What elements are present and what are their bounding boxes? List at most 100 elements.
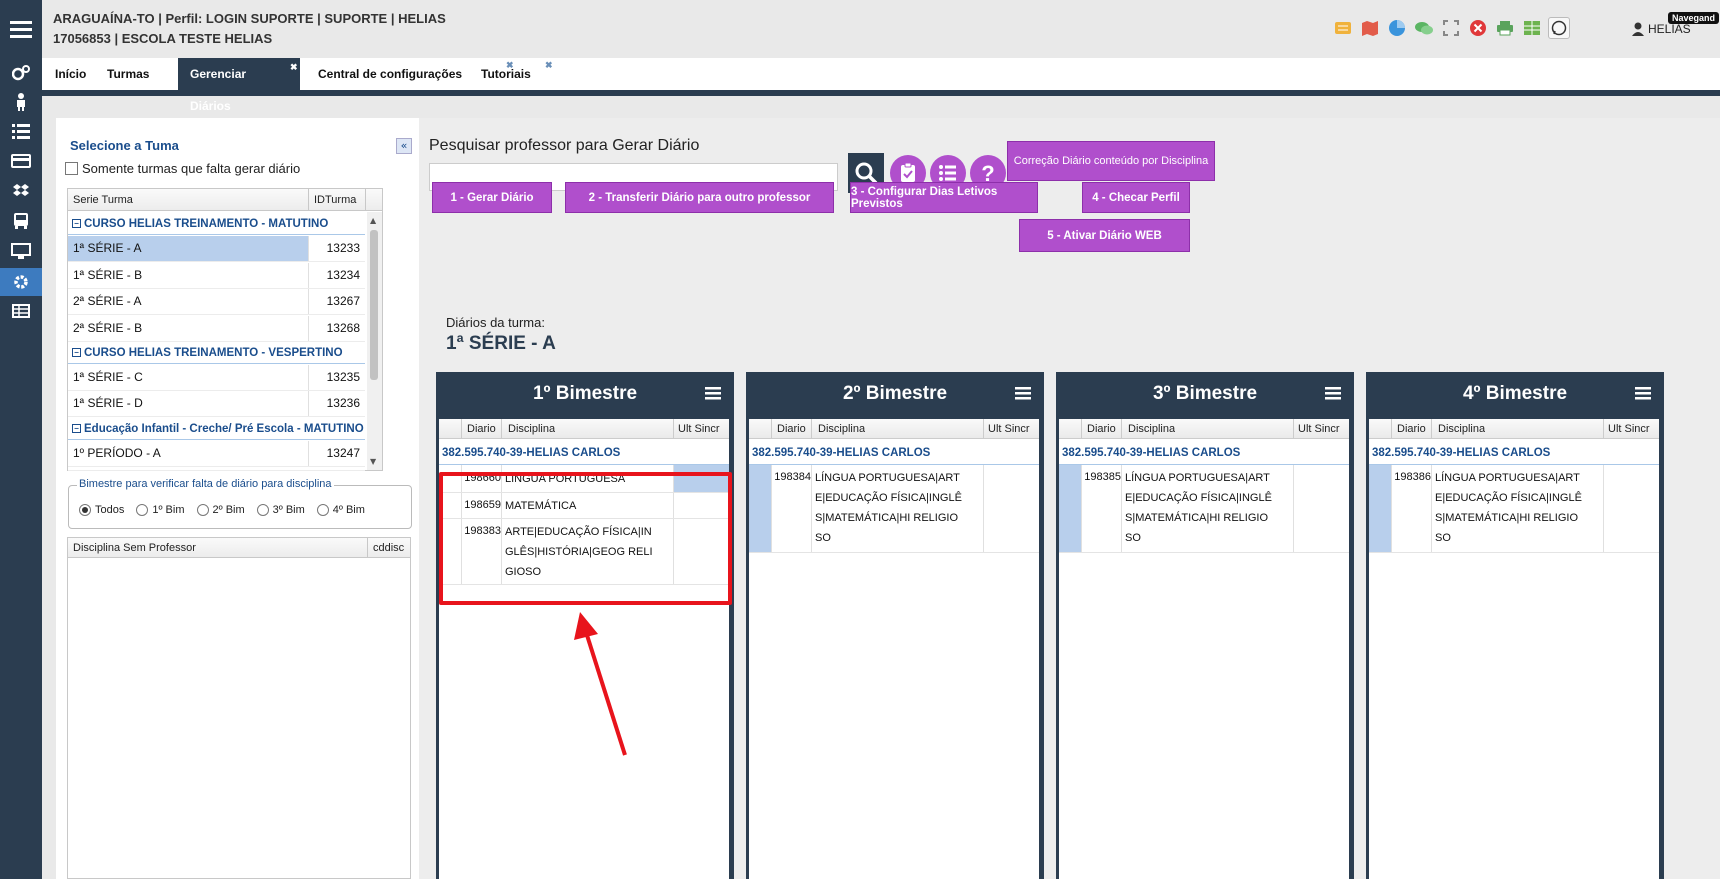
user-menu[interactable]: HELIAS bbox=[1632, 22, 1691, 36]
table-icon[interactable] bbox=[1521, 17, 1543, 39]
diario-row[interactable]: 198386 LÍNGUA PORTUGUESA|ARTE|EDUCAÇÃO F… bbox=[1369, 465, 1659, 553]
collapse-panel-button[interactable]: « bbox=[396, 138, 412, 154]
group-header[interactable]: − CURSO HELIAS TREINAMENTO - MATUTINO bbox=[68, 213, 365, 235]
col-diario[interactable]: Diario bbox=[467, 423, 496, 435]
col-disciplina-sem-professor[interactable]: Disciplina Sem Professor bbox=[73, 542, 196, 554]
bimestre-title: 3º Bimestre bbox=[1152, 383, 1258, 404]
scroll-thumb[interactable] bbox=[370, 230, 378, 380]
radio-1-bim[interactable]: 1º Bim bbox=[136, 504, 185, 516]
panel-title: Selecione a Tuma bbox=[70, 138, 179, 153]
col-idturma[interactable]: IDTurma bbox=[314, 194, 356, 206]
group-header[interactable]: − CURSO HELIAS TREINAMENTO - VESPERTINO bbox=[68, 342, 365, 364]
bimestre-grid: Diario Disciplina Ult Sincr 382.595.740-… bbox=[1059, 419, 1349, 879]
tab-gerenciar-diarios[interactable]: Gerenciar Diários ✖ bbox=[178, 58, 300, 113]
monitor-icon[interactable] bbox=[0, 238, 42, 264]
tab-inicio[interactable]: Início bbox=[43, 58, 98, 90]
user-name: HELIAS bbox=[1648, 22, 1691, 36]
col-ult-sincr[interactable]: Ult Sincr bbox=[1608, 423, 1658, 435]
col-disciplina[interactable]: Disciplina bbox=[508, 423, 555, 435]
checar-perfil-button[interactable]: 4 - Checar Perfil bbox=[1082, 182, 1190, 213]
tab-tutoriais[interactable]: Tutoriais ✖ bbox=[469, 58, 553, 90]
user-icon bbox=[1632, 22, 1644, 36]
icon-sidebar bbox=[0, 0, 42, 879]
bimestre-grid-header: Diario Disciplina Ult Sincr bbox=[1059, 419, 1349, 439]
col-serie-turma[interactable]: Serie Turma bbox=[73, 194, 133, 206]
list-icon[interactable] bbox=[0, 118, 42, 144]
col-diario[interactable]: Diario bbox=[1087, 423, 1116, 435]
ativar-diario-web-button[interactable]: 5 - Ativar Diário WEB bbox=[1019, 219, 1190, 252]
tab-label: Turmas bbox=[107, 67, 150, 81]
configurar-dias-letivos-button[interactable]: 3 - Configurar Dias Letivos Previstos bbox=[850, 182, 1038, 213]
header-toolbar bbox=[1332, 17, 1570, 39]
gears-icon[interactable] bbox=[0, 60, 42, 86]
professor-group[interactable]: 382.595.740-39-HELIAS CARLOS bbox=[752, 447, 930, 459]
app-header: ARAGUAÍNA-TO | Perfil: LOGIN SUPORTE | S… bbox=[42, 0, 1720, 58]
turma-grid: Serie Turma IDTurma − CURSO HELIAS TREINA… bbox=[67, 188, 383, 471]
only-missing-filter[interactable]: Somente turmas que falta gerar diário bbox=[65, 161, 300, 176]
col-disciplina[interactable]: Disciplina bbox=[818, 423, 865, 435]
col-ult-sincr[interactable]: Ult Sincr bbox=[678, 423, 728, 435]
radio-4-bim[interactable]: 4º Bim bbox=[316, 504, 365, 516]
col-disciplina[interactable]: Disciplina bbox=[1128, 423, 1175, 435]
table-row[interactable]: 1ª SÉRIE - B 13234 bbox=[68, 263, 365, 289]
hamburger-menu-icon[interactable] bbox=[1325, 386, 1341, 400]
col-diario[interactable]: Diario bbox=[1397, 423, 1426, 435]
close-icon[interactable]: ✖ bbox=[545, 49, 553, 81]
row-selector[interactable] bbox=[1059, 465, 1081, 552]
scroll-down-icon[interactable]: ▼ bbox=[370, 457, 376, 466]
bimestre-radio-group: Todos 1º Bim 2º Bim 3º Bim 4º Bim bbox=[79, 504, 377, 516]
hamburger-menu-icon[interactable] bbox=[705, 386, 721, 400]
table-row[interactable]: 1ª SÉRIE - A 13233 bbox=[68, 236, 365, 262]
close-circle-icon[interactable] bbox=[1467, 17, 1489, 39]
group-header[interactable]: − Educação Infantil - Creche/ Pré Escola … bbox=[68, 418, 365, 440]
card-icon[interactable] bbox=[0, 148, 42, 174]
hamburger-menu-icon[interactable] bbox=[0, 12, 42, 46]
bus-icon[interactable] bbox=[0, 208, 42, 234]
table-row[interactable]: 2ª SÉRIE - B 13268 bbox=[68, 316, 365, 342]
diario-row[interactable]: 198385 LÍNGUA PORTUGUESA|ARTE|EDUCAÇÃO F… bbox=[1059, 465, 1349, 553]
hamburger-menu-icon[interactable] bbox=[1635, 386, 1651, 400]
col-diario[interactable]: Diario bbox=[777, 423, 806, 435]
col-cddisc[interactable]: cddisc bbox=[373, 542, 404, 554]
table-row[interactable]: 1ª SÉRIE - D 13236 bbox=[68, 391, 365, 417]
dropbox-icon[interactable] bbox=[0, 178, 42, 204]
person-icon[interactable] bbox=[0, 89, 42, 115]
correcao-diario-button[interactable]: Correção Diário conteúdo por Disciplina bbox=[1007, 141, 1215, 181]
professor-group[interactable]: 382.595.740-39-HELIAS CARLOS bbox=[1372, 447, 1550, 459]
row-selector[interactable] bbox=[1369, 465, 1391, 552]
table-row[interactable]: 2ª SÉRIE - A 13267 bbox=[68, 289, 365, 315]
chat-icon[interactable] bbox=[1413, 17, 1435, 39]
turma-label: Diários da turma: bbox=[446, 315, 545, 330]
table-icon[interactable] bbox=[0, 298, 42, 324]
col-ult-sincr[interactable]: Ult Sincr bbox=[988, 423, 1038, 435]
tab-turmas[interactable]: Turmas✖ bbox=[95, 58, 203, 90]
tab-bar: Início Turmas✖ Gerenciar Diários✖ Centra… bbox=[42, 58, 1720, 113]
only-missing-checkbox[interactable] bbox=[65, 162, 78, 175]
transferir-diario-button[interactable]: 2 - Transferir Diário para outro profess… bbox=[565, 182, 834, 213]
diario-row[interactable]: 198384 LÍNGUA PORTUGUESA|ARTE|EDUCAÇÃO F… bbox=[749, 465, 1039, 553]
tab-label: Central de configurações bbox=[318, 67, 463, 81]
tab-central-configuracoes[interactable]: Central de configurações ✖ bbox=[306, 58, 514, 90]
professor-group[interactable]: 382.595.740-39-HELIAS CARLOS bbox=[1062, 447, 1240, 459]
col-disciplina[interactable]: Disciplina bbox=[1438, 423, 1485, 435]
pie-chart-icon[interactable] bbox=[1386, 17, 1408, 39]
professor-group[interactable]: 382.595.740-39-HELIAS CARLOS bbox=[442, 447, 620, 459]
col-ult-sincr[interactable]: Ult Sincr bbox=[1298, 423, 1348, 435]
radio-todos[interactable]: Todos bbox=[79, 504, 124, 516]
radio-2-bim[interactable]: 2º Bim bbox=[196, 504, 245, 516]
turma-name: 1ª SÉRIE - A bbox=[446, 333, 556, 354]
list-icon[interactable] bbox=[1332, 17, 1354, 39]
scroll-up-icon[interactable]: ▲ bbox=[370, 216, 376, 225]
whatsapp-icon[interactable] bbox=[1548, 17, 1570, 39]
settings-icon[interactable] bbox=[0, 268, 42, 296]
gerar-diario-button[interactable]: 1 - Gerar Diário bbox=[432, 182, 552, 213]
hamburger-menu-icon[interactable] bbox=[1015, 386, 1031, 400]
printer-icon[interactable] bbox=[1494, 17, 1516, 39]
radio-3-bim[interactable]: 3º Bim bbox=[256, 504, 305, 516]
fullscreen-icon[interactable] bbox=[1440, 17, 1462, 39]
table-row[interactable]: 1ª SÉRIE - C 13235 bbox=[68, 365, 365, 391]
row-selector[interactable] bbox=[749, 465, 771, 552]
close-icon[interactable]: ✖ bbox=[290, 51, 298, 83]
scrollbar[interactable]: ▲ ▼ bbox=[367, 212, 382, 470]
map-icon[interactable] bbox=[1359, 17, 1381, 39]
